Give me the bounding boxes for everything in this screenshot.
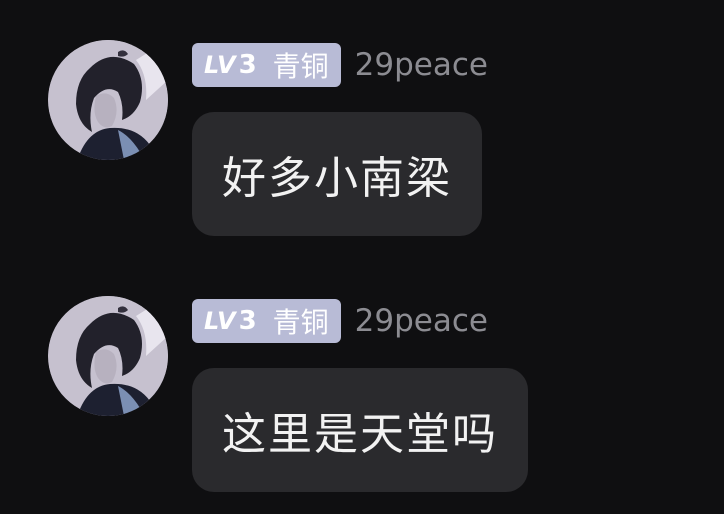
message-header: LV 3 青铜 29peace <box>192 299 488 343</box>
chat-message: LV 3 青铜 29peace 这里是天堂吗 <box>0 256 724 492</box>
message-text: 好多小南梁 <box>222 153 452 204</box>
username[interactable]: 29peace <box>355 47 488 83</box>
message-bubble[interactable]: 好多小南梁 <box>192 112 482 236</box>
avatar[interactable] <box>48 40 168 160</box>
level-prefix: LV <box>204 51 237 79</box>
level-prefix: LV <box>204 307 237 335</box>
rank-label: 青铜 <box>272 306 329 339</box>
level-badge: LV 3 青铜 <box>192 43 341 87</box>
avatar[interactable] <box>48 296 168 416</box>
level-badge: LV 3 青铜 <box>192 299 341 343</box>
rank-label: 青铜 <box>272 50 329 83</box>
username[interactable]: 29peace <box>355 303 488 339</box>
message-text: 这里是天堂吗 <box>222 409 498 460</box>
avatar-illustration-icon <box>48 40 168 160</box>
level-number: 3 <box>238 306 257 336</box>
level-number: 3 <box>238 50 257 80</box>
chat-message: LV 3 青铜 29peace 好多小南梁 <box>0 0 724 236</box>
avatar-illustration-icon <box>48 296 168 416</box>
message-header: LV 3 青铜 29peace <box>192 43 488 87</box>
message-bubble[interactable]: 这里是天堂吗 <box>192 368 528 492</box>
chat-message-list: LV 3 青铜 29peace 好多小南梁 LV 3 青铜 29peace 这里… <box>0 0 724 514</box>
